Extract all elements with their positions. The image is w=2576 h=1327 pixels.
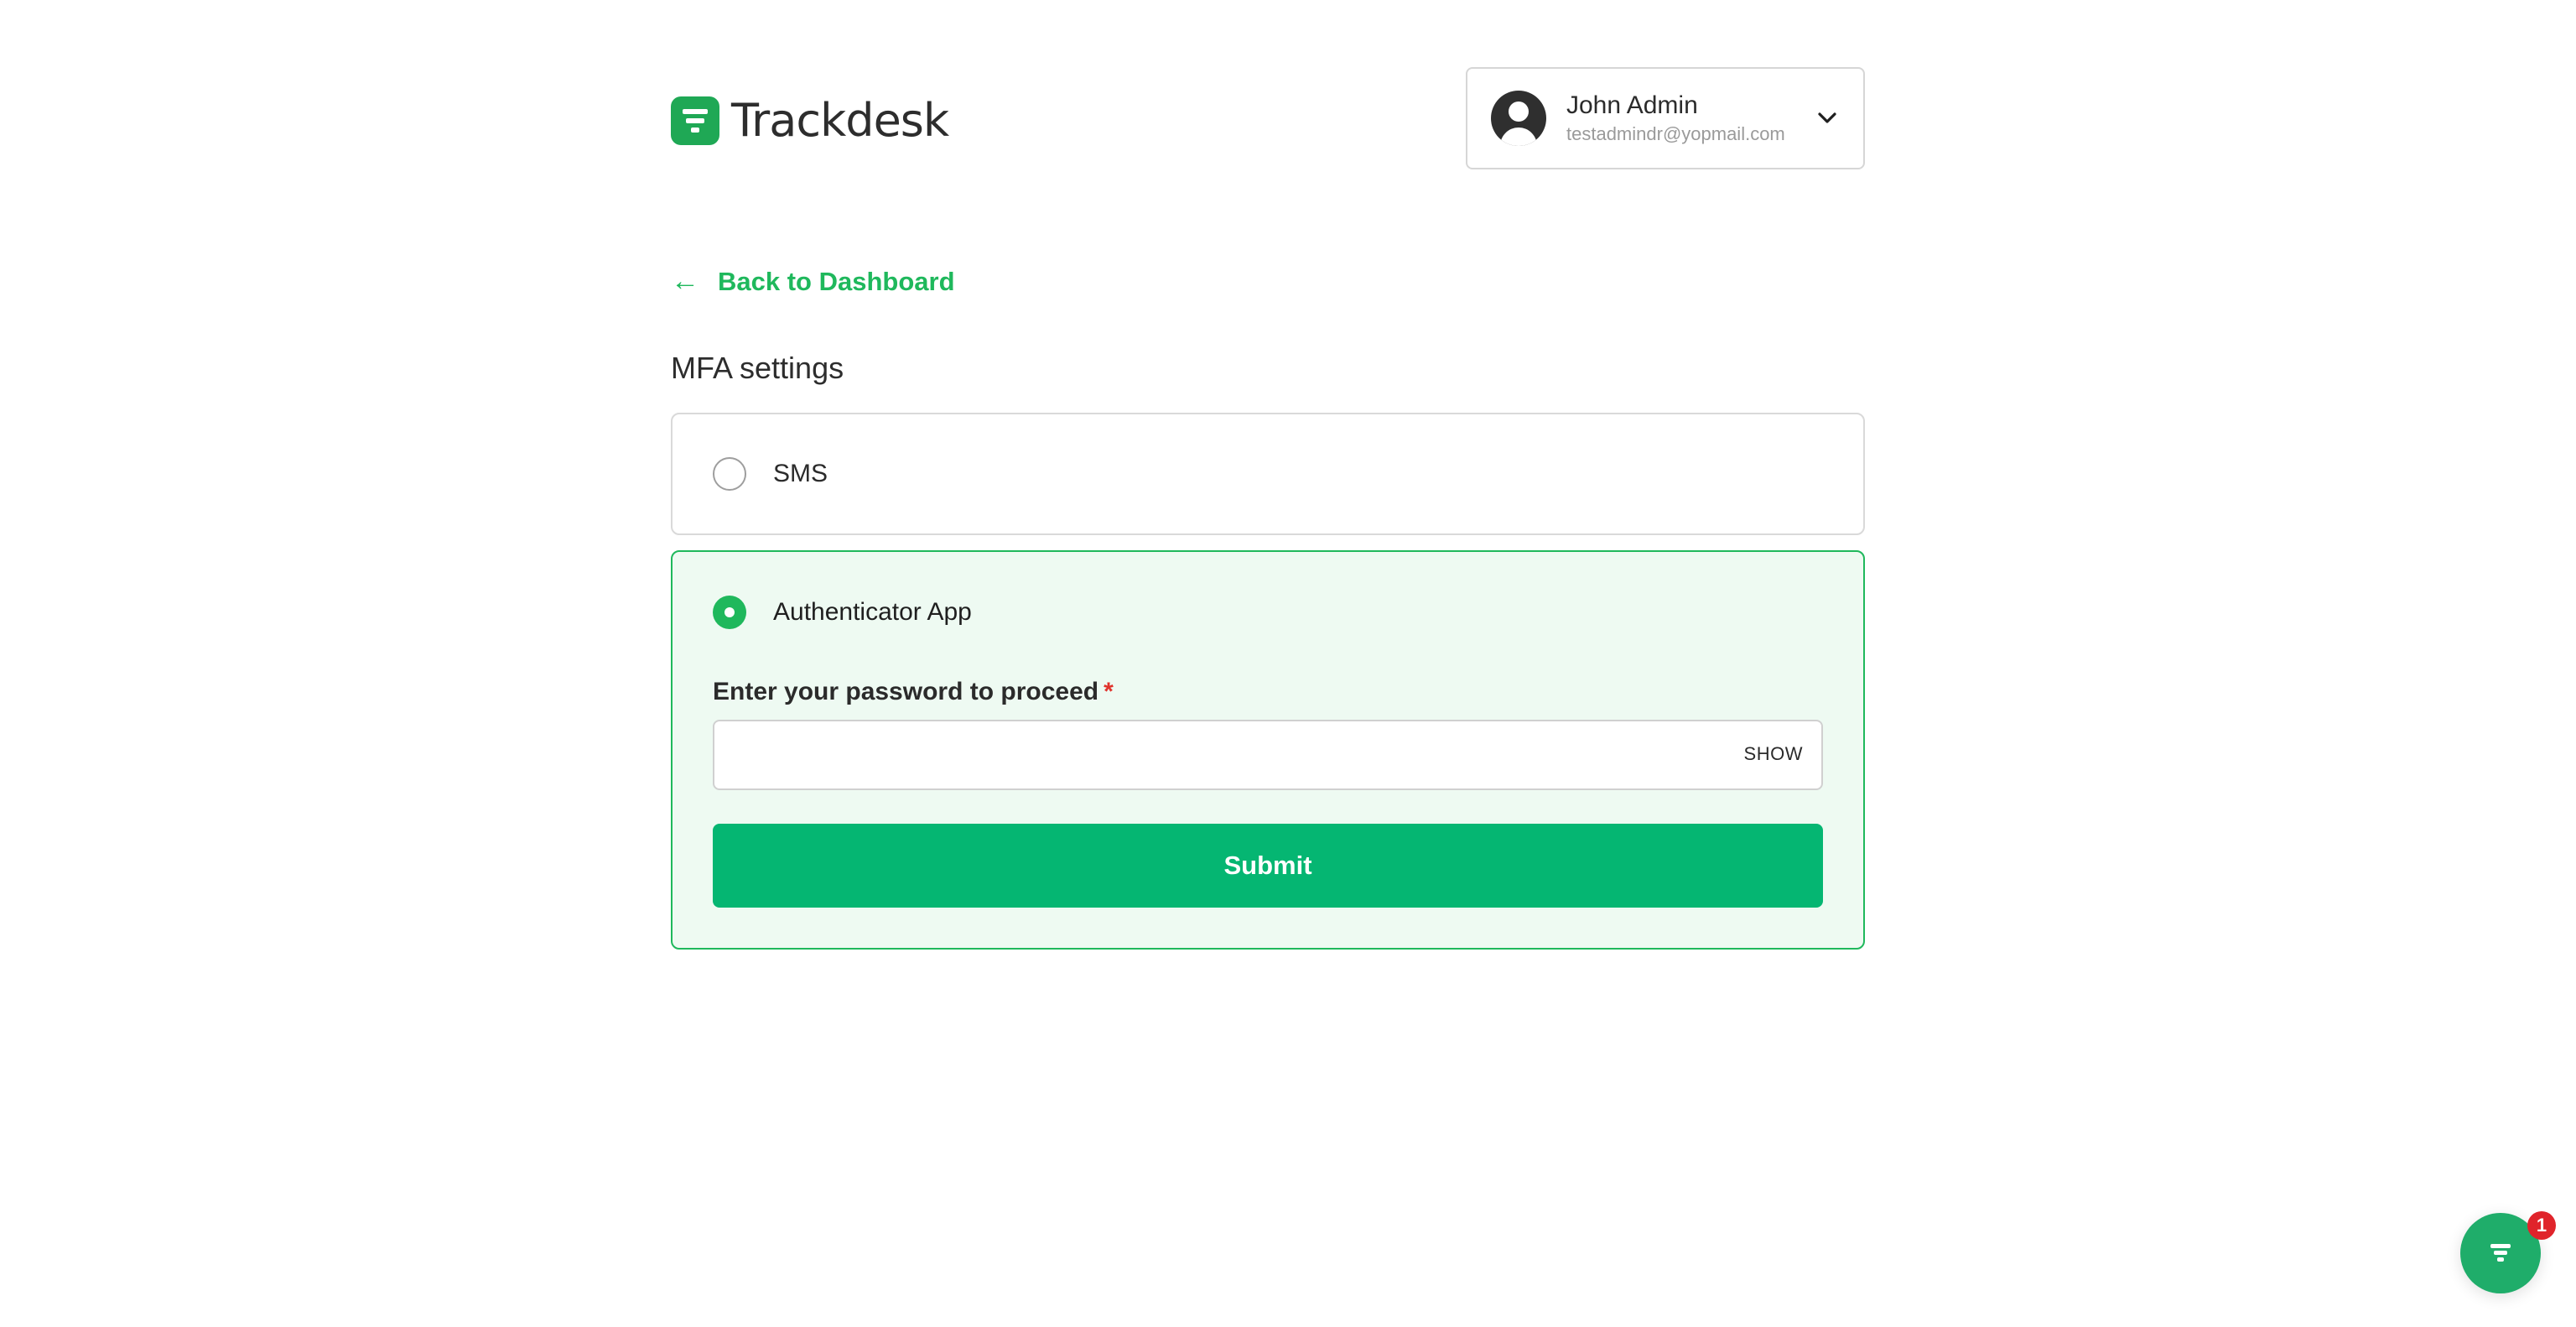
password-label-text: Enter your password to proceed	[713, 678, 1099, 705]
chat-logo-icon	[2490, 1244, 2511, 1262]
user-menu[interactable]: John Admin testadmindr@yopmail.com	[1466, 67, 1865, 169]
trackdesk-logo-icon	[671, 96, 719, 145]
authenticator-app-selector[interactable]: Authenticator App	[713, 596, 972, 629]
sms-label: SMS	[773, 460, 828, 487]
password-input[interactable]	[714, 721, 1737, 788]
required-marker: *	[1104, 678, 1114, 705]
brand-logo[interactable]: Trackdesk	[671, 94, 949, 147]
notification-badge: 1	[2527, 1211, 2556, 1240]
user-name: John Admin	[1566, 91, 1698, 119]
submit-button[interactable]: Submit	[713, 824, 1823, 908]
user-info: John Admin testadmindr@yopmail.com	[1566, 90, 1815, 147]
chevron-down-icon[interactable]	[1815, 106, 1840, 131]
password-field: SHOW	[713, 720, 1823, 790]
page-title: MFA settings	[671, 351, 844, 385]
arrow-left-icon: ←	[671, 265, 699, 297]
show-password-toggle[interactable]: SHOW	[1744, 743, 1803, 765]
option-sms[interactable]: SMS	[671, 413, 1865, 535]
user-avatar-icon	[1491, 91, 1546, 146]
user-email: testadmindr@yopmail.com	[1566, 123, 1785, 144]
sms-radio[interactable]	[713, 457, 746, 491]
brand-name: Trackdesk	[731, 94, 949, 147]
back-link-label: Back to Dashboard	[718, 266, 955, 296]
authenticator-app-label: Authenticator App	[773, 598, 972, 626]
header: Trackdesk John Admin testadmindr@yopmail…	[671, 0, 1865, 218]
main-container: Trackdesk John Admin testadmindr@yopmail…	[671, 0, 1865, 950]
option-authenticator-app: Authenticator App Enter your password to…	[671, 550, 1865, 950]
password-label: Enter your password to proceed *	[713, 678, 1114, 706]
mfa-settings-page: Trackdesk John Admin testadmindr@yopmail…	[0, 0, 2576, 1327]
authenticator-app-radio[interactable]	[713, 596, 746, 629]
back-to-dashboard-link[interactable]: ← Back to Dashboard	[671, 265, 955, 298]
